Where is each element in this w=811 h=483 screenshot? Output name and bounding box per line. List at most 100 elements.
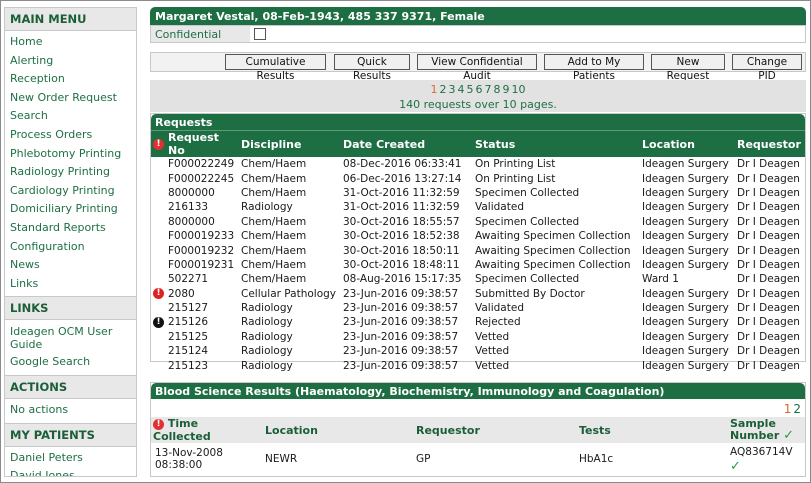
request-date-cell: 23-Jun-2016 09:38:57 — [343, 345, 459, 358]
add-to-my-patients-button[interactable]: Add to My Patients — [544, 54, 644, 82]
request-row[interactable]: ! 215126 Radiology 23-Jun-2016 09:38:57 Reje… — [151, 315, 805, 329]
sidebar-item-reception[interactable]: Reception — [5, 70, 136, 89]
page-link-4[interactable]: 4 — [458, 83, 465, 96]
request-no-cell[interactable]: 216133 — [166, 200, 239, 214]
page-link-5[interactable]: 5 — [467, 83, 474, 96]
request-row[interactable]: 215123 Radiology 23-Jun-2016 09:38:57 Vette… — [151, 358, 805, 372]
confidential-row: Confidential — [150, 25, 806, 43]
alert-icon: ! — [153, 139, 164, 150]
page-link-10[interactable]: 10 — [512, 83, 526, 96]
col-status[interactable]: Status — [473, 130, 640, 157]
col-request-no[interactable]: Request No — [166, 130, 239, 157]
request-row[interactable]: 215125 Radiology 23-Jun-2016 09:38:57 Vette… — [151, 330, 805, 344]
sidebar-item-home[interactable]: Home — [5, 33, 136, 52]
col-requestor[interactable]: Requestor — [735, 130, 805, 157]
sidebar-item-standard-reports[interactable]: Standard Reports — [5, 219, 136, 238]
request-no-cell[interactable]: 215125 — [166, 330, 239, 344]
col-tests[interactable]: Tests — [575, 417, 726, 443]
request-no-cell[interactable]: 215123 — [166, 358, 239, 372]
request-alert-cell — [151, 200, 166, 214]
request-discipline-cell: Chem/Haem — [241, 273, 307, 286]
request-requestor-cell: Dr I Deagen — [737, 273, 800, 286]
request-no-cell[interactable]: 8000000 — [166, 215, 239, 229]
sidebar-item-configuration[interactable]: Configuration — [5, 238, 136, 257]
request-alert-cell — [151, 258, 166, 272]
col-location[interactable]: Location — [640, 130, 735, 157]
cumulative-results-button[interactable]: Cumulative Results — [225, 54, 326, 82]
request-requestor-cell: Dr I Deagen — [737, 158, 800, 171]
sidebar-item-ideagen-ocm-user-guide[interactable]: Ideagen OCM User Guide — [5, 322, 136, 353]
request-row[interactable]: 502271 Chem/Haem 08-Aug-2016 15:17:35 Speci… — [151, 272, 805, 286]
sidebar-item-alerting[interactable]: Alerting — [5, 52, 136, 71]
request-row[interactable]: 215124 Radiology 23-Jun-2016 09:38:57 Vette… — [151, 344, 805, 358]
request-row[interactable]: 216133 Radiology 31-Oct-2016 11:32:59 Valid… — [151, 200, 805, 214]
request-no-cell[interactable]: F000022249 — [166, 157, 239, 171]
quick-results-button[interactable]: Quick Results — [334, 54, 410, 82]
request-location-cell: Ideagen Surgery — [642, 287, 729, 300]
col-discipline[interactable]: Discipline — [239, 130, 341, 157]
page-link-1[interactable]: 1 — [431, 83, 438, 96]
sidebar-item-search[interactable]: Search — [5, 107, 136, 126]
sidebar-item-google-search[interactable]: Google Search — [5, 353, 136, 372]
request-row[interactable]: 8000000 Chem/Haem 31-Oct-2016 11:32:59 Spec… — [151, 186, 805, 200]
request-no-cell[interactable]: 215127 — [166, 301, 239, 315]
request-no-cell[interactable]: 215126 — [166, 315, 239, 329]
col-date-created[interactable]: Date Created — [341, 130, 473, 157]
request-requestor-cell: Dr I Deagen — [737, 287, 800, 300]
sidebar-item-new-order-request[interactable]: New Order Request — [5, 89, 136, 108]
page-link-7[interactable]: 7 — [485, 83, 492, 96]
request-no-cell[interactable]: 215124 — [166, 344, 239, 358]
page-link-8[interactable]: 8 — [494, 83, 501, 96]
request-date-cell: 30-Oct-2016 18:55:57 — [343, 215, 460, 228]
col-requestor[interactable]: Requestor — [412, 417, 575, 443]
page-link-9[interactable]: 9 — [503, 83, 510, 96]
request-location-cell: Ideagen Surgery — [642, 244, 729, 257]
col-location[interactable]: Location — [261, 417, 412, 443]
col-sample-number[interactable]: Sample Number ✓ — [726, 417, 805, 443]
sidebar-item-daniel-peters[interactable]: Daniel Peters — [5, 449, 136, 468]
request-row[interactable]: F000019233 Chem/Haem 30-Oct-2016 18:52:38 A… — [151, 229, 805, 243]
request-status-cell: Awaiting Specimen Collection — [475, 244, 631, 257]
request-row[interactable]: F000022245 Chem/Haem 06-Dec-2016 13:27:14 O… — [151, 171, 805, 185]
request-discipline-cell: Radiology — [241, 316, 293, 329]
page-link-2[interactable]: 2 — [440, 83, 447, 96]
change-pid-button[interactable]: Change PID — [732, 54, 802, 82]
blood-page-link-1[interactable]: 1 — [784, 402, 792, 416]
view-confidential-audit-button[interactable]: View Confidential Audit — [417, 54, 537, 82]
request-row[interactable]: ! 2080 Cellular Pathology 23-Jun-2016 09:38… — [151, 287, 805, 301]
request-row[interactable]: F000022249 Chem/Haem 08-Dec-2016 06:33:41 O… — [151, 157, 805, 171]
sidebar-item-radiology-printing[interactable]: Radiology Printing — [5, 163, 136, 182]
request-location-cell: Ideagen Surgery — [642, 345, 729, 358]
links-menu: Ideagen OCM User Guide Google Search — [5, 320, 136, 375]
sidebar-item-david-jones[interactable]: David Jones — [5, 467, 136, 476]
sidebar-item-process-orders[interactable]: Process Orders — [5, 126, 136, 145]
page-link-3[interactable]: 3 — [449, 83, 456, 96]
request-row[interactable]: 8000000 Chem/Haem 30-Oct-2016 18:55:57 Spec… — [151, 215, 805, 229]
request-no-cell[interactable]: F000019233 — [166, 229, 239, 243]
request-no-cell[interactable]: 502271 — [166, 272, 239, 286]
page-link-6[interactable]: 6 — [476, 83, 483, 96]
request-row[interactable]: F000019232 Chem/Haem 30-Oct-2016 18:50:11 A… — [151, 243, 805, 257]
sidebar-item-phlebotomy-printing[interactable]: Phlebotomy Printing — [5, 145, 136, 164]
sidebar-item-links[interactable]: Links — [5, 275, 136, 294]
col-time-collected[interactable]: ! Time Collected — [151, 417, 261, 443]
blood-page-link-2[interactable]: 2 — [793, 402, 801, 416]
request-location-cell: Ideagen Surgery — [642, 230, 729, 243]
request-discipline-cell: Cellular Pathology — [241, 287, 336, 300]
request-row[interactable]: 215127 Radiology 23-Jun-2016 09:38:57 Valid… — [151, 301, 805, 315]
request-no-cell[interactable]: 8000000 — [166, 186, 239, 200]
sidebar-item-domiciliary-printing[interactable]: Domiciliary Printing — [5, 200, 136, 219]
request-discipline-cell: Chem/Haem — [241, 186, 307, 199]
request-no-cell[interactable]: F000019231 — [166, 258, 239, 272]
new-request-button[interactable]: New Request — [651, 54, 725, 82]
confidential-checkbox[interactable] — [254, 28, 266, 40]
check-icon: ✓ — [730, 459, 741, 474]
request-no-cell[interactable]: F000019232 — [166, 243, 239, 257]
request-no-cell[interactable]: F000022245 — [166, 171, 239, 185]
request-no-cell[interactable]: 2080 — [166, 287, 239, 301]
sidebar-item-news[interactable]: News — [5, 256, 136, 275]
sidebar-item-cardiology-printing[interactable]: Cardiology Printing — [5, 182, 136, 201]
request-row[interactable]: F000019231 Chem/Haem 30-Oct-2016 18:48:11 A… — [151, 258, 805, 272]
blood-result-row[interactable]: 13-Nov-2008 08:38:00 NEWR GP HbA1c AQ836714V… — [151, 443, 805, 475]
pager-summary: 140 requests over 10 pages. — [399, 98, 557, 111]
